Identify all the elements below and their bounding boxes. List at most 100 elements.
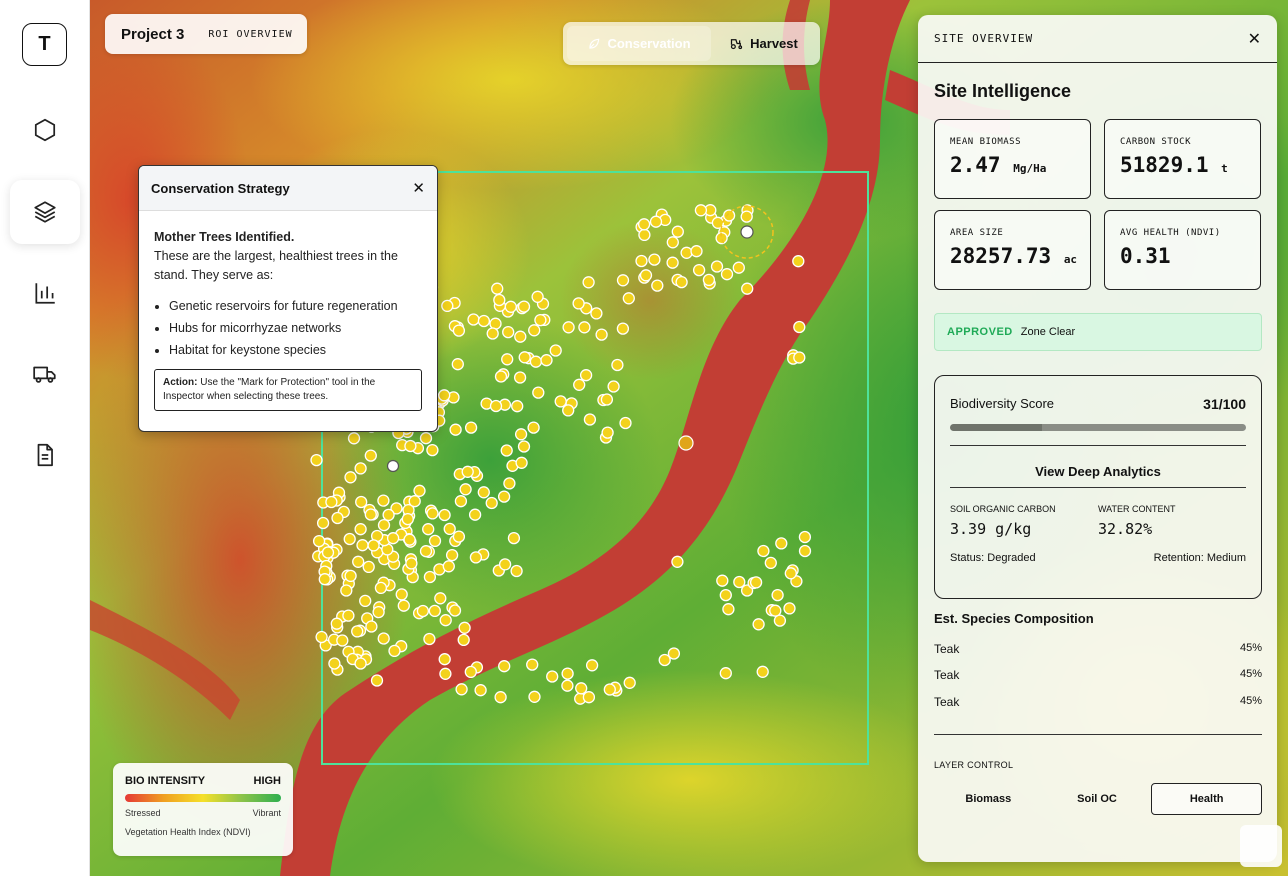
tree-marker[interactable] bbox=[459, 483, 472, 496]
tree-marker[interactable] bbox=[514, 330, 527, 343]
tree-marker[interactable] bbox=[740, 210, 753, 223]
tree-marker[interactable] bbox=[514, 428, 528, 441]
tree-marker[interactable] bbox=[783, 602, 796, 615]
tree-marker[interactable] bbox=[540, 354, 553, 367]
tree-marker[interactable] bbox=[423, 570, 437, 584]
tree-marker[interactable] bbox=[517, 440, 531, 453]
tree-marker[interactable] bbox=[515, 456, 528, 469]
tree-marker[interactable] bbox=[343, 532, 356, 546]
tree-marker[interactable] bbox=[439, 667, 452, 680]
tree-marker[interactable] bbox=[377, 632, 390, 645]
tree-marker[interactable] bbox=[426, 443, 439, 457]
tree-marker[interactable] bbox=[477, 486, 490, 499]
tree-marker[interactable] bbox=[494, 691, 507, 704]
tree-marker[interactable] bbox=[401, 512, 414, 526]
tree-marker[interactable] bbox=[356, 539, 369, 552]
tree-marker[interactable] bbox=[769, 604, 782, 617]
tree-marker[interactable] bbox=[423, 632, 436, 646]
tree-marker[interactable] bbox=[775, 537, 788, 550]
tree-marker[interactable] bbox=[340, 584, 353, 597]
tree-marker[interactable] bbox=[413, 484, 426, 497]
view-deep-analytics-button[interactable]: View Deep Analytics bbox=[950, 464, 1246, 479]
tree-marker[interactable] bbox=[757, 544, 770, 558]
tree-marker[interactable] bbox=[312, 534, 326, 548]
tree-marker[interactable] bbox=[639, 269, 653, 282]
tree-marker[interactable] bbox=[315, 630, 328, 644]
focus-tree-marker[interactable] bbox=[678, 435, 694, 451]
tree-marker[interactable] bbox=[622, 292, 635, 305]
tree-marker[interactable] bbox=[354, 657, 367, 670]
rail-button-hexagon[interactable] bbox=[10, 98, 80, 162]
tree-marker[interactable] bbox=[562, 321, 575, 334]
tree-marker[interactable] bbox=[448, 604, 462, 617]
rail-button-logistics[interactable] bbox=[10, 342, 80, 406]
tree-marker[interactable] bbox=[364, 508, 377, 521]
tree-marker[interactable] bbox=[651, 279, 664, 292]
tree-marker[interactable] bbox=[491, 282, 504, 295]
tree-marker[interactable] bbox=[336, 634, 349, 647]
tree-marker[interactable] bbox=[321, 546, 335, 559]
tree-marker[interactable] bbox=[603, 683, 616, 696]
tree-marker[interactable] bbox=[507, 531, 521, 545]
tree-marker[interactable] bbox=[441, 299, 454, 313]
tree-marker[interactable] bbox=[328, 657, 341, 670]
tree-marker[interactable] bbox=[458, 621, 471, 634]
tree-marker[interactable] bbox=[534, 313, 547, 327]
tree-marker[interactable] bbox=[477, 314, 491, 328]
tree-marker[interactable] bbox=[561, 679, 574, 692]
tree-marker[interactable] bbox=[377, 494, 390, 507]
tree-marker[interactable] bbox=[619, 416, 632, 430]
tree-marker[interactable] bbox=[365, 620, 378, 633]
tree-marker[interactable] bbox=[464, 665, 477, 679]
tree-marker[interactable] bbox=[554, 395, 567, 408]
tree-marker[interactable] bbox=[445, 548, 459, 562]
tree-marker[interactable] bbox=[408, 495, 421, 508]
tree-marker[interactable] bbox=[344, 471, 357, 484]
tree-marker[interactable] bbox=[517, 300, 531, 313]
tree-marker[interactable] bbox=[526, 658, 539, 671]
tree-marker[interactable] bbox=[798, 530, 812, 544]
tree-marker[interactable] bbox=[752, 618, 765, 631]
tree-marker[interactable] bbox=[485, 496, 498, 510]
tree-marker[interactable] bbox=[546, 670, 559, 683]
tree-marker[interactable] bbox=[405, 557, 418, 570]
tree-marker[interactable] bbox=[749, 576, 763, 589]
tree-marker[interactable] bbox=[501, 353, 514, 366]
tree-marker[interactable] bbox=[716, 574, 729, 587]
tree-marker[interactable] bbox=[532, 386, 545, 399]
tree-marker[interactable] bbox=[438, 508, 451, 522]
tree-marker[interactable] bbox=[511, 400, 524, 413]
tree-marker[interactable] bbox=[486, 327, 499, 340]
tree-marker[interactable] bbox=[671, 555, 684, 568]
tree-marker[interactable] bbox=[719, 588, 732, 602]
tree-marker[interactable] bbox=[469, 551, 483, 564]
tree-marker[interactable] bbox=[422, 523, 435, 536]
tree-marker[interactable] bbox=[438, 389, 451, 402]
selected-tree-marker[interactable] bbox=[740, 225, 754, 239]
tree-marker[interactable] bbox=[347, 432, 361, 445]
tree-marker[interactable] bbox=[635, 254, 648, 268]
tree-marker[interactable] bbox=[502, 325, 515, 339]
tree-marker[interactable] bbox=[451, 358, 464, 371]
tree-marker[interactable] bbox=[623, 676, 636, 689]
tree-marker[interactable] bbox=[325, 495, 338, 509]
tree-marker[interactable] bbox=[510, 564, 523, 578]
tree-marker[interactable] bbox=[590, 307, 603, 320]
tree-marker[interactable] bbox=[434, 592, 447, 605]
tree-marker[interactable] bbox=[616, 322, 630, 335]
tree-marker[interactable] bbox=[310, 453, 323, 467]
tree-marker[interactable] bbox=[439, 614, 452, 627]
tree-marker[interactable] bbox=[497, 490, 511, 503]
tree-marker[interactable] bbox=[741, 282, 754, 295]
tree-marker[interactable] bbox=[675, 275, 688, 289]
tree-marker[interactable] bbox=[503, 477, 516, 490]
tree-marker[interactable] bbox=[527, 421, 540, 434]
tree-marker[interactable] bbox=[756, 665, 769, 678]
tree-marker[interactable] bbox=[720, 268, 734, 281]
tree-marker[interactable] bbox=[528, 690, 541, 703]
tree-marker[interactable] bbox=[601, 426, 614, 439]
tree-marker[interactable] bbox=[658, 653, 671, 667]
layer-soil-oc-button[interactable]: Soil OC bbox=[1043, 783, 1152, 815]
tree-marker[interactable] bbox=[498, 558, 512, 571]
tree-marker[interactable] bbox=[454, 495, 468, 508]
